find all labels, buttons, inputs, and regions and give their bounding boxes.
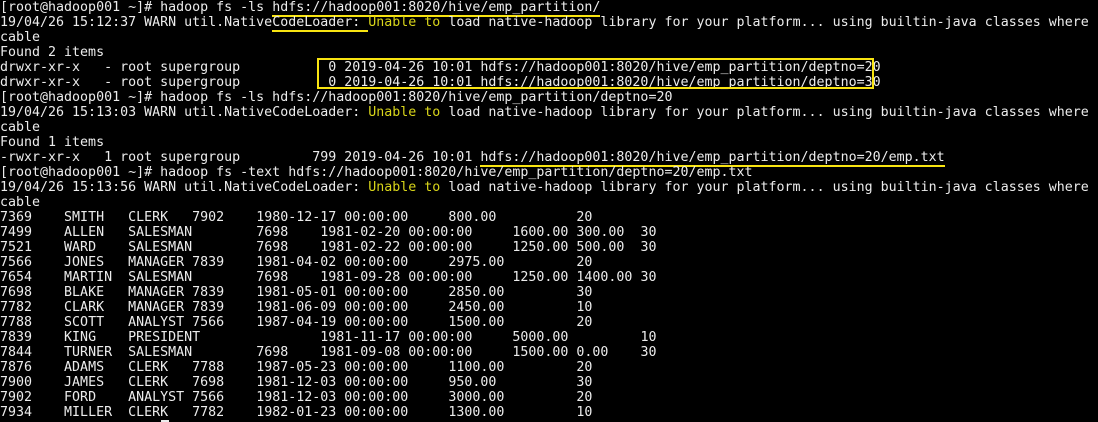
terminal-text: [root@hadoop001 ~]# hadoop fs -ls (0, 0, 272, 15)
terminal-line: Found 2 items (0, 45, 1098, 60)
terminal-text: load native-hadoop library for your plat… (440, 180, 1088, 195)
terminal-text: -rwxr-xr-x 1 root supergroup 799 2019-04… (0, 150, 480, 165)
terminal-text: cable (0, 195, 40, 210)
terminal-text: cable (0, 30, 40, 45)
terminal-line: 7844 TURNER SALESMAN 7698 1981-09-08 00:… (0, 345, 1098, 360)
terminal-text: drwxr-xr-x - root supergroup 0 2019-04-2… (0, 75, 881, 90)
terminal-text: load native-hadoop library for your plat… (440, 105, 1088, 120)
terminal-line: drwxr-xr-x - root supergroup 0 2019-04-2… (0, 75, 1098, 90)
terminal-text: [root@hadoop001 ~]# hadoop fs -text hdfs… (0, 165, 753, 180)
terminal-text: 19/04/26 15:12:37 WARN util.Native (0, 15, 272, 30)
terminal-text: drwxr-xr-x - root supergroup 0 2019-04-2… (0, 60, 881, 75)
terminal-text: 7844 TURNER SALESMAN 7698 1981-09-08 00:… (0, 345, 656, 360)
terminal-line: 7499 ALLEN SALESMAN 7698 1981-02-20 00:0… (0, 225, 1098, 240)
terminal-line: 19/04/26 15:13:56 WARN util.NativeCodeLo… (0, 180, 1098, 195)
terminal-text: 7839 KING PRESIDENT 1981-11-17 00:00:00 … (0, 330, 656, 345)
terminal-text: 7900 JAMES CLERK 7698 1981-12-03 00:00:0… (0, 375, 592, 390)
terminal-line: 7369 SMITH CLERK 7902 1980-12-17 00:00:0… (0, 210, 1098, 225)
highlighted-text: Unable to (368, 105, 440, 120)
terminal-text: 19/04/26 15:13:03 WARN util.NativeCodeLo… (0, 105, 368, 120)
terminal-text: 7521 WARD SALESMAN 7698 1981-02-22 00:00… (0, 240, 656, 255)
terminal-line: 7698 BLAKE MANAGER 7839 1981-05-01 00:00… (0, 285, 1098, 300)
terminal-line: cable (0, 30, 1098, 45)
terminal-line: [root@hadoop001 ~]# hadoop fs -ls hdfs:/… (0, 90, 1098, 105)
terminal-line: 7876 ADAMS CLERK 7788 1987-05-23 00:00:0… (0, 360, 1098, 375)
terminal-line: 7782 CLARK MANAGER 7839 1981-06-09 00:00… (0, 300, 1098, 315)
terminal-text: 7934 MILLER CLERK 7782 1982-01-23 00:00:… (0, 405, 592, 420)
terminal-line: 19/04/26 15:13:03 WARN util.NativeCodeLo… (0, 105, 1098, 120)
terminal-line: 7521 WARD SALESMAN 7698 1981-02-22 00:00… (0, 240, 1098, 255)
terminal-text: 7499 ALLEN SALESMAN 7698 1981-02-20 00:0… (0, 225, 656, 240)
underlined-text: CodeLoader: (272, 15, 368, 32)
terminal-line: [root@hadoop001 ~]# hadoop fs -ls hdfs:/… (0, 0, 1098, 15)
terminal-text: 7782 CLARK MANAGER 7839 1981-06-09 00:00… (0, 300, 592, 315)
terminal-text: [root@hadoop001 ~]# hadoop fs -ls hdfs:/… (0, 90, 672, 105)
terminal-text: 19/04/26 15:13:56 WARN util.NativeCodeLo… (0, 180, 368, 195)
terminal-text: 7369 SMITH CLERK 7902 1980-12-17 00:00:0… (0, 210, 592, 225)
terminal-text: 7876 ADAMS CLERK 7788 1987-05-23 00:00:0… (0, 360, 592, 375)
terminal-line: cable (0, 120, 1098, 135)
terminal-text: 7788 SCOTT ANALYST 7566 1987-04-19 00:00… (0, 315, 592, 330)
terminal-text: load native-hadoop library for your plat… (440, 15, 1088, 30)
terminal-line: 19/04/26 15:12:37 WARN util.NativeCodeLo… (0, 15, 1098, 30)
terminal-output[interactable]: [root@hadoop001 ~]# hadoop fs -ls hdfs:/… (0, 0, 1098, 422)
terminal-line: 7839 KING PRESIDENT 1981-11-17 00:00:00 … (0, 330, 1098, 345)
highlighted-text: Unable to (368, 15, 440, 30)
terminal-text: 7654 MARTIN SALESMAN 7698 1981-09-28 00:… (0, 270, 656, 285)
terminal-line: -rwxr-xr-x 1 root supergroup 799 2019-04… (0, 150, 1098, 165)
terminal-text: cable (0, 120, 40, 135)
terminal-line: 7934 MILLER CLERK 7782 1982-01-23 00:00:… (0, 405, 1098, 420)
terminal-text: 7566 JONES MANAGER 7839 1981-04-02 00:00… (0, 255, 592, 270)
terminal-line: 7654 MARTIN SALESMAN 7698 1981-09-28 00:… (0, 270, 1098, 285)
terminal-line: 7788 SCOTT ANALYST 7566 1987-04-19 00:00… (0, 315, 1098, 330)
terminal-text: Found 1 items (0, 135, 104, 150)
terminal-line: 7566 JONES MANAGER 7839 1981-04-02 00:00… (0, 255, 1098, 270)
terminal-line: [root@hadoop001 ~]# hadoop fs -text hdfs… (0, 165, 1098, 180)
terminal-line: 7900 JAMES CLERK 7698 1981-12-03 00:00:0… (0, 375, 1098, 390)
terminal-line: 7902 FORD ANALYST 7566 1981-12-03 00:00:… (0, 390, 1098, 405)
terminal-line: Found 1 items (0, 135, 1098, 150)
terminal-text: Found 2 items (0, 45, 104, 60)
terminal-text: 7902 FORD ANALYST 7566 1981-12-03 00:00:… (0, 390, 592, 405)
terminal-text: 7698 BLAKE MANAGER 7839 1981-05-01 00:00… (0, 285, 592, 300)
highlighted-text: Unable to (368, 180, 440, 195)
terminal-line: drwxr-xr-x - root supergroup 0 2019-04-2… (0, 60, 1098, 75)
terminal-line: cable (0, 195, 1098, 210)
